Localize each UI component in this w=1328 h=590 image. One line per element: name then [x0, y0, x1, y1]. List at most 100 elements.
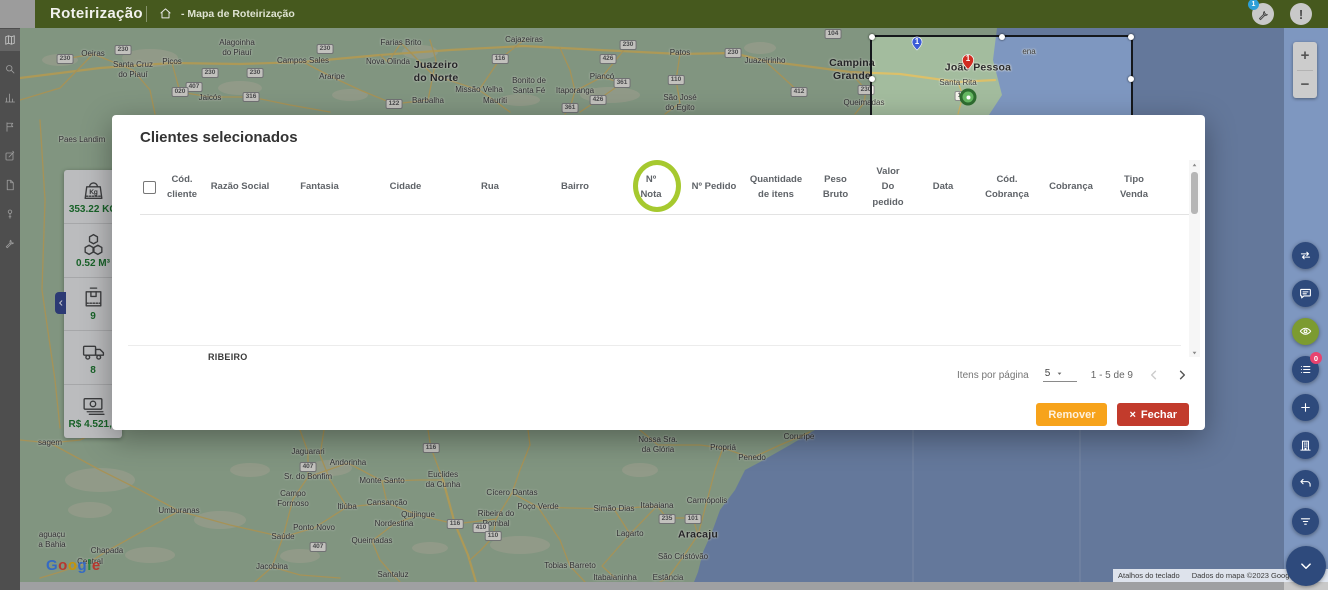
pin-icon: [4, 208, 16, 220]
truck-icon: [81, 339, 106, 364]
swap-horizontal-button[interactable]: [1292, 242, 1319, 269]
tools-button[interactable]: 1: [1252, 3, 1274, 25]
sidebar-item-flag[interactable]: [0, 116, 20, 138]
sidebar-item-search[interactable]: [0, 58, 20, 80]
page-size-select[interactable]: 5: [1043, 368, 1077, 382]
plus-button[interactable]: [1292, 394, 1319, 421]
search-icon: [4, 63, 16, 75]
chevron-down-button[interactable]: [1286, 546, 1326, 586]
column-header[interactable]: Data: [913, 179, 973, 194]
zoom-out-button[interactable]: −: [1293, 71, 1317, 99]
map-pin-red[interactable]: 1: [960, 50, 977, 74]
tri-up-icon: [1190, 161, 1199, 170]
remove-button[interactable]: Remover: [1036, 403, 1107, 426]
panel-collapse-button[interactable]: [55, 292, 66, 314]
money-icon: [81, 393, 106, 418]
eye-icon: [1299, 325, 1312, 338]
close-button[interactable]: ×Fechar: [1117, 403, 1189, 426]
dialog-title: Clientes selecionados: [140, 129, 298, 146]
app-window: OeirasSanta Cruz do PiauíPicosAlagoinha …: [0, 0, 1328, 590]
column-header[interactable]: Cidade: [363, 179, 448, 194]
caret-down-icon: [1055, 369, 1064, 378]
map-data-credit: Dados do mapa ©2023 Google: [1192, 571, 1296, 580]
undo-icon: [1299, 477, 1312, 490]
edit-icon: [4, 150, 16, 162]
sidebar-item-wrench[interactable]: [0, 232, 20, 254]
topbar-corner: [0, 0, 35, 28]
sidebar-item-file[interactable]: [0, 174, 20, 196]
notification-badge: 0: [1310, 352, 1322, 364]
zoom-in-button[interactable]: +: [1293, 42, 1317, 70]
table-scrollbar[interactable]: [1189, 160, 1200, 357]
page-size-value: 5: [1045, 368, 1051, 379]
sidebar-item-edit[interactable]: [0, 145, 20, 167]
scroll-up-button[interactable]: [1190, 160, 1199, 170]
chat-button[interactable]: [1292, 280, 1319, 307]
chevron-right-icon: [1175, 368, 1189, 382]
triangle-up-icon: [1190, 161, 1199, 170]
chevron-right-icon: [1175, 368, 1189, 382]
next-page-button[interactable]: [1175, 368, 1189, 382]
keyboard-shortcuts-link[interactable]: Atalhos do teclado: [1118, 571, 1180, 580]
sidebar-item-bar-chart[interactable]: [0, 87, 20, 109]
column-header[interactable]: Cód. cliente: [160, 172, 204, 202]
chevron-down-icon: [1297, 557, 1315, 575]
wrench-icon: [4, 237, 16, 249]
column-header[interactable]: Rua: [448, 179, 532, 194]
undo-button[interactable]: [1292, 470, 1319, 497]
list-icon: [1299, 363, 1312, 376]
weight-kg-icon: Kg: [81, 178, 106, 203]
alerts-button[interactable]: !: [1290, 3, 1312, 25]
pagination-range: 1 - 5 de 9: [1091, 370, 1133, 381]
triangle-down-icon: [1190, 348, 1199, 357]
building-icon: [1299, 439, 1312, 452]
eye-button[interactable]: [1292, 318, 1319, 345]
building-button[interactable]: [1292, 432, 1319, 459]
filter-button[interactable]: [1292, 508, 1319, 535]
chat-icon: [1299, 287, 1312, 300]
home-icon[interactable]: [159, 7, 172, 20]
map-pin-blue[interactable]: 1: [910, 33, 925, 54]
selection-handle[interactable]: [869, 34, 875, 40]
close-label: Fechar: [1141, 409, 1177, 421]
stat-value: 9: [90, 311, 96, 322]
column-header[interactable]: Tipo Venda: [1101, 172, 1167, 202]
select-all-checkbox[interactable]: [143, 181, 156, 194]
selection-handle[interactable]: [1128, 34, 1134, 40]
selection-handle[interactable]: [1128, 76, 1134, 82]
column-header[interactable]: Valor Do pedido: [863, 164, 913, 210]
chevron-left-icon: [1147, 368, 1161, 382]
page-bottom-strip: [20, 582, 1328, 590]
column-header[interactable]: Nº Pedido: [684, 179, 744, 194]
sidebar-item-pin[interactable]: [0, 203, 20, 225]
bar-chart-icon: [4, 92, 16, 104]
clipped-row-text: RIBEIRO: [208, 352, 248, 361]
column-header[interactable]: Razão Social: [204, 179, 276, 194]
wrench-icon: [1257, 8, 1270, 21]
column-header[interactable]: Cobrança: [1041, 179, 1101, 194]
list-button[interactable]: 0: [1292, 356, 1319, 383]
stat-value: R$ 4.521,3: [69, 419, 118, 430]
previous-page-button[interactable]: [1147, 368, 1161, 382]
home-icon: [159, 7, 172, 20]
column-header[interactable]: Peso Bruto: [808, 172, 863, 202]
pin-count: 1: [910, 37, 925, 46]
sidebar-item-map[interactable]: [0, 29, 20, 51]
column-header[interactable]: Nº Nota: [618, 172, 684, 202]
map-marker-green[interactable]: [960, 89, 977, 106]
exclamation-icon: !: [1299, 7, 1303, 22]
selection-handle[interactable]: [999, 34, 1005, 40]
column-header[interactable]: Cód. Cobrança: [973, 172, 1041, 202]
scroll-down-button[interactable]: [1190, 347, 1199, 357]
pin-count: 1: [960, 54, 977, 63]
selection-handle[interactable]: [869, 76, 875, 82]
google-logo[interactable]: Google: [46, 557, 101, 574]
topbar: Roteirização - Mapa de Roteirização 1 !: [0, 0, 1328, 28]
column-header[interactable]: Bairro: [532, 179, 618, 194]
column-header[interactable]: Quantidade de itens: [744, 172, 808, 202]
column-header[interactable]: Fantasia: [276, 179, 363, 194]
scrollbar-thumb[interactable]: [1191, 172, 1198, 214]
chevron-left-icon: [57, 299, 65, 307]
sidebar-rail: [0, 28, 20, 590]
svg-text:Kg: Kg: [89, 189, 98, 196]
